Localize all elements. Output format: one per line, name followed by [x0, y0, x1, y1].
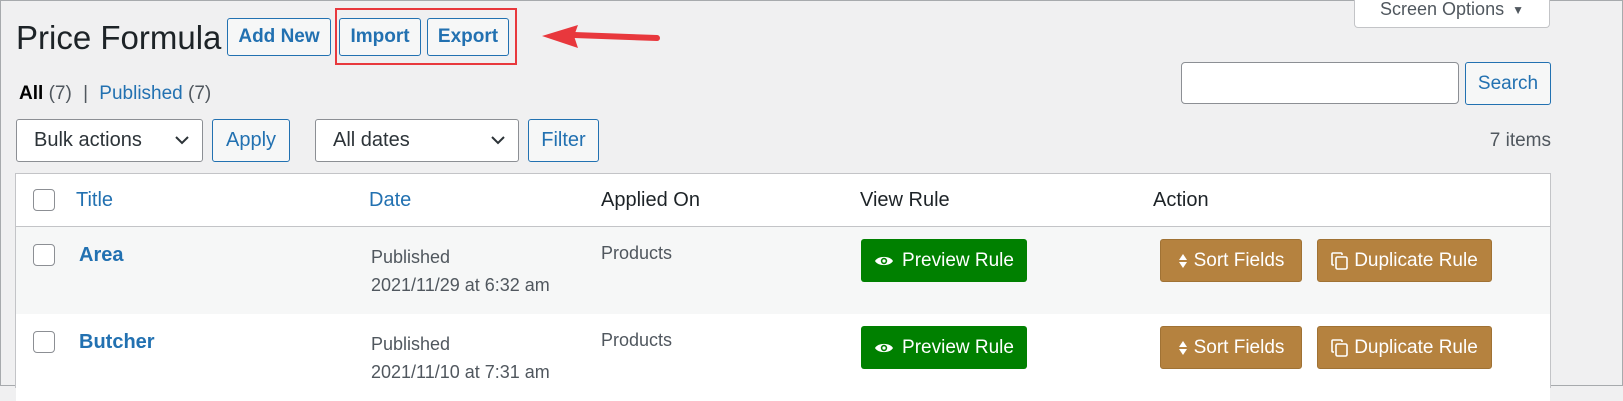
- dates-value: All dates: [333, 129, 410, 151]
- eye-icon: [875, 256, 894, 265]
- row-status: Published: [371, 247, 451, 267]
- annotation-arrow-icon: [542, 25, 660, 48]
- search-button[interactable]: Search: [1465, 62, 1551, 105]
- sort-fields-label: Sort Fields: [1193, 336, 1285, 358]
- page-title: Price Formula: [16, 19, 222, 56]
- column-title[interactable]: Title: [76, 189, 113, 212]
- add-new-button[interactable]: Add New: [227, 18, 331, 56]
- screen-options-tab[interactable]: Screen Options ▼: [1354, 0, 1550, 28]
- filter-button[interactable]: Filter: [528, 119, 599, 162]
- column-applied-on: Applied On: [601, 189, 700, 211]
- row-date: Published 2021/11/29 at 6:32 am: [371, 243, 550, 299]
- row-title-link[interactable]: Butcher: [79, 331, 155, 354]
- row-title-link[interactable]: Area: [79, 244, 123, 267]
- column-date[interactable]: Date: [369, 189, 411, 212]
- preview-rule-label: Preview Rule: [902, 249, 1014, 271]
- dates-select[interactable]: All dates: [315, 119, 519, 162]
- search-input[interactable]: [1181, 62, 1459, 104]
- screen-options-label: Screen Options: [1380, 0, 1505, 19]
- apply-button[interactable]: Apply: [212, 119, 290, 162]
- sort-fields-label: Sort Fields: [1193, 249, 1285, 271]
- preview-rule-button[interactable]: Preview Rule: [861, 326, 1027, 369]
- filter-all-label[interactable]: All: [19, 83, 43, 104]
- row-checkbox[interactable]: [33, 331, 55, 353]
- duplicate-rule-label: Duplicate Rule: [1354, 249, 1478, 271]
- select-all-checkbox[interactable]: [33, 189, 55, 211]
- row-date: Published 2021/11/10 at 7:31 am: [371, 330, 550, 386]
- duplicate-rule-button[interactable]: Duplicate Rule: [1317, 326, 1492, 369]
- chevron-down-icon: [491, 136, 505, 145]
- column-view-rule: View Rule: [860, 189, 950, 211]
- row-applied-on: Products: [601, 330, 673, 350]
- row-datetime: 2021/11/10 at 7:31 am: [371, 362, 550, 382]
- highlight-box: [335, 8, 517, 65]
- row-checkbox[interactable]: [33, 244, 55, 266]
- bulk-actions-select[interactable]: Bulk actions: [16, 119, 203, 162]
- items-count: 7 items: [1489, 130, 1551, 151]
- table-header: Title Date Applied On View Rule Action: [16, 174, 1550, 227]
- chevron-down-icon: [175, 136, 189, 145]
- sort-fields-button[interactable]: Sort Fields: [1160, 239, 1302, 282]
- preview-rule-label: Preview Rule: [902, 336, 1014, 358]
- preview-rule-button[interactable]: Preview Rule: [861, 239, 1027, 282]
- status-filter-links: All (7) | Published (7): [19, 83, 211, 105]
- rules-table: Title Date Applied On View Rule Action A…: [15, 173, 1551, 401]
- row-datetime: 2021/11/29 at 6:32 am: [371, 275, 550, 295]
- duplicate-icon: [1331, 338, 1349, 357]
- filter-separator: |: [83, 83, 89, 104]
- table-row: Area Published 2021/11/29 at 6:32 am Pro…: [16, 227, 1550, 314]
- filter-all-count: (7): [48, 83, 72, 104]
- duplicate-icon: [1331, 251, 1349, 270]
- row-status: Published: [371, 334, 451, 354]
- triangle-down-icon: ▼: [1512, 2, 1524, 17]
- table-row: Butcher Published 2021/11/10 at 7:31 am …: [16, 314, 1550, 401]
- eye-icon: [875, 343, 894, 352]
- sort-fields-button[interactable]: Sort Fields: [1160, 326, 1302, 369]
- sort-icon: [1178, 253, 1187, 268]
- filter-published-count: (7): [188, 83, 212, 104]
- duplicate-rule-label: Duplicate Rule: [1354, 336, 1478, 358]
- row-applied-on: Products: [601, 243, 673, 263]
- column-action: Action: [1153, 189, 1209, 211]
- duplicate-rule-button[interactable]: Duplicate Rule: [1317, 239, 1492, 282]
- sort-icon: [1178, 340, 1187, 355]
- bulk-actions-value: Bulk actions: [34, 129, 142, 151]
- filter-published-link[interactable]: Published: [99, 83, 182, 104]
